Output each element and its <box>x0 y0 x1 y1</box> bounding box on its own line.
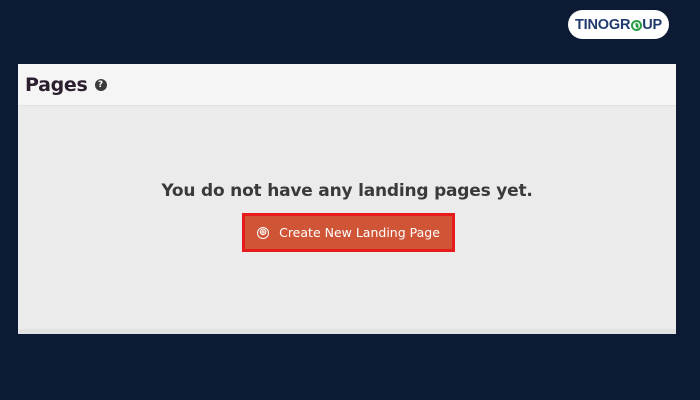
empty-state-message: You do not have any landing pages yet. <box>161 181 533 201</box>
brand-logo: TINO GR UP <box>568 10 669 39</box>
create-landing-page-button[interactable]: ⊕ Create New Landing Page <box>242 213 455 252</box>
leaf-icon <box>630 20 642 31</box>
help-icon[interactable]: ? <box>94 79 107 91</box>
brand-text-gr: GR <box>608 16 631 33</box>
screenshot-stage: TINO GR UP Pages ? You do not have any l… <box>0 0 700 400</box>
pages-panel: Pages ? You do not have any landing page… <box>18 64 676 334</box>
brand-text-up: UP <box>642 16 662 33</box>
plus-circle-icon: ⊕ <box>257 226 270 239</box>
create-button-label: Create New Landing Page <box>279 225 440 240</box>
panel-header: Pages ? <box>18 64 676 106</box>
brand-text-tino: TINO <box>575 16 609 33</box>
panel-footer <box>18 329 676 334</box>
page-title: Pages <box>25 73 88 96</box>
